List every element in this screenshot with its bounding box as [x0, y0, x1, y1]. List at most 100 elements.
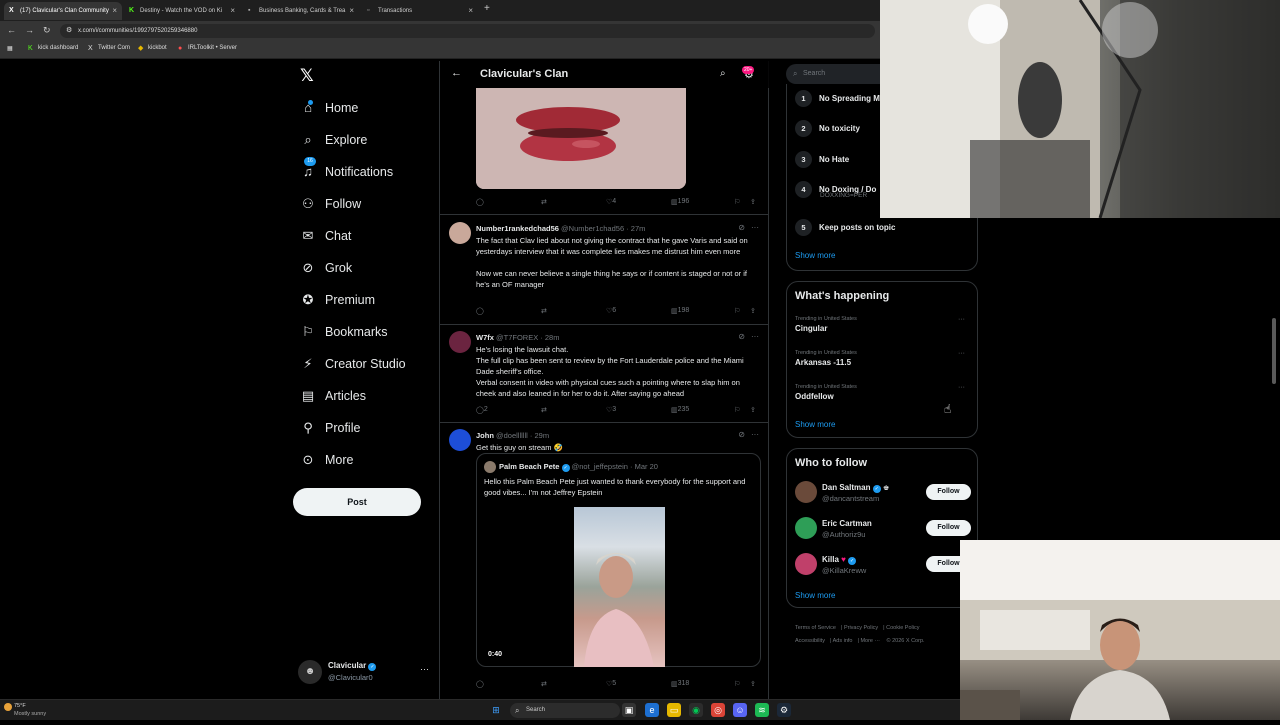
- avatar[interactable]: [795, 481, 817, 503]
- rule-item[interactable]: 3 No Hate: [795, 151, 849, 168]
- post-image[interactable]: [476, 88, 686, 189]
- nav-notifications[interactable]: ♫ 16 Notifications: [299, 157, 393, 184]
- task-view-icon[interactable]: ▣: [622, 703, 636, 717]
- footer-ads[interactable]: Ads info: [833, 638, 853, 644]
- grok-icon[interactable]: ⊘: [738, 332, 745, 341]
- footer-cookie[interactable]: Cookie Policy: [886, 625, 919, 631]
- new-tab-button[interactable]: +: [484, 3, 490, 14]
- app-icon[interactable]: ◉: [689, 703, 703, 717]
- weather-widget[interactable]: 75°F Mostly sunny: [14, 702, 46, 718]
- avatar[interactable]: [449, 222, 471, 244]
- reload-icon[interactable]: ↻: [43, 25, 51, 36]
- rule-item[interactable]: 1 No Spreading M: [795, 90, 880, 107]
- close-icon[interactable]: ×: [112, 2, 117, 20]
- repost-icon[interactable]: ⇄: [541, 406, 547, 414]
- bookmark-kick-dashboard[interactable]: Kkick dashboard: [28, 45, 78, 52]
- video-player[interactable]: [574, 507, 665, 667]
- bookmark-icon[interactable]: ⚐: [734, 680, 740, 688]
- grok-icon[interactable]: ⊘: [738, 430, 745, 439]
- show-more-link[interactable]: Show more: [795, 420, 835, 429]
- reply-icon[interactable]: ◯: [476, 198, 484, 206]
- bookmark-icon[interactable]: ⚐: [734, 307, 740, 315]
- close-icon[interactable]: ×: [468, 2, 473, 20]
- footer-terms[interactable]: Terms of Service: [795, 625, 836, 631]
- views-button[interactable]: ▥ 318: [671, 680, 689, 688]
- like-button[interactable]: ♡ 4: [606, 198, 616, 206]
- more-icon[interactable]: ···: [958, 384, 965, 391]
- back-icon[interactable]: ←: [7, 25, 16, 35]
- site-info-icon[interactable]: ⚙: [66, 24, 72, 38]
- nav-more[interactable]: ⊙ More: [299, 448, 354, 472]
- avatar[interactable]: [795, 553, 817, 575]
- follow-suggestion[interactable]: Killa ♥ ✓ @KillaKreww Follow: [795, 553, 975, 577]
- nav-profile[interactable]: ⚲ Profile: [299, 416, 360, 440]
- repost-icon[interactable]: ⇄: [541, 307, 547, 315]
- account-switcher[interactable]: ☻ Clavicular ✓ @Clavicular0 ···: [298, 658, 433, 688]
- trend-item[interactable]: Trending in United States Cingular ···: [795, 316, 970, 333]
- nav-creator-studio[interactable]: ⚡ Creator Studio: [299, 352, 405, 376]
- nav-articles[interactable]: ▤ Articles: [299, 384, 366, 408]
- back-arrow-icon[interactable]: ←: [451, 67, 462, 79]
- trend-item[interactable]: Trending in United States Arkansas -11.5 ·…: [795, 350, 970, 367]
- rule-item[interactable]: 5 Keep posts on topic: [795, 219, 895, 236]
- close-icon[interactable]: ×: [349, 2, 354, 20]
- scrollbar[interactable]: [1272, 318, 1276, 384]
- follow-button[interactable]: Follow: [926, 484, 971, 500]
- tab-destiny[interactable]: K Destiny - Watch the VOD on Ki ×: [124, 2, 240, 20]
- tab-banking[interactable]: ▪ Business Banking, Cards & Trea ×: [243, 2, 359, 20]
- address-bar[interactable]: ⚙ x.com/i/communities/1992797520259346880: [60, 24, 875, 38]
- more-icon[interactable]: ···: [958, 316, 965, 323]
- apps-icon[interactable]: ▦: [7, 45, 13, 52]
- close-icon[interactable]: ×: [230, 2, 235, 20]
- share-icon[interactable]: ⇪: [750, 307, 756, 315]
- tab-transactions[interactable]: ▫ Transactions ×: [362, 2, 478, 20]
- reply-icon[interactable]: ◯: [476, 680, 484, 688]
- tweet[interactable]: John @doelllllll · 29m ⊘ ··· Get this gu…: [440, 429, 769, 684]
- rule-item[interactable]: 2 No toxicity: [795, 120, 860, 137]
- bookmark-icon[interactable]: ⚐: [734, 406, 740, 414]
- nav-grok[interactable]: ⊘ Grok: [299, 256, 353, 280]
- chrome-icon[interactable]: ◎: [711, 703, 725, 717]
- bookmark-kickbot[interactable]: ◆ kickbot: [138, 45, 167, 52]
- avatar[interactable]: [449, 331, 471, 353]
- bookmark-irltoolkit[interactable]: ● IRLToolkit • Server: [178, 45, 237, 52]
- nav-explore[interactable]: ⌕ Explore: [299, 128, 367, 152]
- rule-item[interactable]: 4 No Doxing / Do DOXXING=PER: [795, 181, 876, 199]
- taskbar-search[interactable]: ⌕ Search: [510, 703, 620, 718]
- show-more-link[interactable]: Show more: [795, 251, 835, 260]
- quoted-tweet[interactable]: Palm Beach Pete ✓ @not_jeffepstein · Mar…: [476, 453, 761, 667]
- footer-more[interactable]: More ···: [860, 638, 880, 644]
- views-button[interactable]: ▥ 196: [671, 198, 689, 206]
- footer-privacy[interactable]: Privacy Policy: [844, 625, 878, 631]
- share-icon[interactable]: ⇪: [750, 198, 756, 206]
- grok-icon[interactable]: ⊘: [738, 223, 745, 232]
- forward-icon[interactable]: →: [25, 25, 34, 35]
- nav-home[interactable]: ⌂ Home: [299, 96, 358, 120]
- repost-icon[interactable]: ⇄: [541, 680, 547, 688]
- tab-clavicular[interactable]: X (17) Clavicular's Clan Community ×: [4, 2, 122, 20]
- share-icon[interactable]: ⇪: [750, 406, 756, 414]
- follow-suggestion[interactable]: Dan Saltman ✓ ♚ @dancantstream Follow: [795, 481, 975, 505]
- like-button[interactable]: ♡ 6: [606, 307, 616, 315]
- more-icon[interactable]: ···: [958, 350, 965, 357]
- reply-icon[interactable]: ◯: [476, 307, 484, 315]
- nav-follow[interactable]: ⚇ Follow: [299, 192, 361, 216]
- nav-bookmarks[interactable]: ⚐ Bookmarks: [299, 320, 387, 344]
- edge-icon[interactable]: e: [645, 703, 659, 717]
- trend-item[interactable]: Trending in United States Oddfellow ···: [795, 384, 970, 401]
- repost-icon[interactable]: ⇄: [541, 198, 547, 206]
- like-button[interactable]: ♡ 5: [606, 680, 616, 688]
- steam-icon[interactable]: ⚙: [777, 703, 791, 717]
- spotify-icon[interactable]: ≋: [755, 703, 769, 717]
- follow-suggestion[interactable]: Eric Cartman @Authoriz9u Follow: [795, 517, 975, 541]
- more-icon[interactable]: ···: [420, 664, 429, 674]
- more-icon[interactable]: ···: [751, 223, 759, 232]
- views-button[interactable]: ▥ 198: [671, 307, 689, 315]
- post-button[interactable]: Post: [293, 488, 421, 516]
- nav-premium[interactable]: ✪ Premium: [299, 288, 375, 312]
- reply-button[interactable]: ◯ 2: [476, 406, 488, 414]
- show-more-link[interactable]: Show more: [795, 591, 835, 600]
- more-icon[interactable]: ···: [751, 332, 759, 341]
- discord-icon[interactable]: ☺: [733, 703, 747, 717]
- search-icon[interactable]: ⌕: [720, 68, 726, 79]
